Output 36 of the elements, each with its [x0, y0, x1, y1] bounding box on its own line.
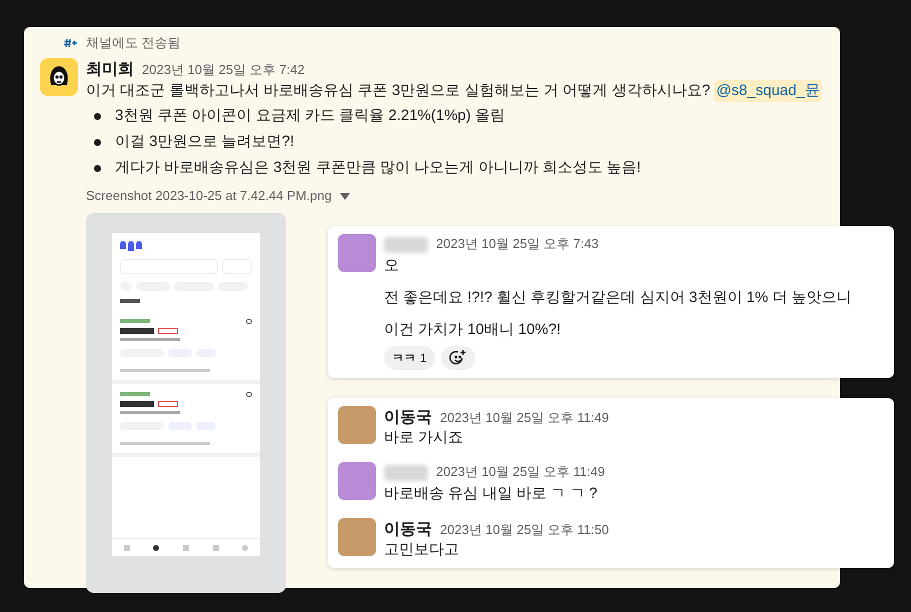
bullet-text: 이걸 3만원으로 늘려보면?! — [115, 132, 294, 152]
bullet-icon — [94, 112, 101, 120]
author-name[interactable]: 이동국 — [384, 518, 432, 542]
author-name[interactable]: 이동국 — [384, 406, 432, 430]
user-mention[interactable]: @s8_squad_뮨 — [714, 80, 822, 102]
bullet-icon — [94, 164, 101, 172]
avatar-cartoon-icon — [40, 58, 78, 96]
timestamp[interactable]: 2023년 10월 25일 오후 11:49 — [436, 462, 605, 482]
add-emoji-icon — [448, 349, 467, 367]
timestamp[interactable]: 2023년 10월 25일 오후 7:43 — [436, 234, 599, 254]
avatar-photo-placeholder — [338, 406, 376, 444]
timestamp[interactable]: 2023년 10월 25일 오후 7:42 — [142, 60, 305, 80]
bullet-icon — [94, 138, 101, 146]
caret-icon[interactable] — [340, 192, 350, 200]
add-reaction-button[interactable] — [440, 346, 475, 370]
timestamp[interactable]: 2023년 10월 25일 오후 11:50 — [440, 520, 609, 540]
message-text: 바로배송 유심 내일 바로 ㄱ ㄱ ? — [384, 484, 598, 504]
message-text: 고민보다고 — [384, 540, 460, 560]
message-text: 전 좋은데요 !?!? 휠신 후킹할거같은데 심지어 3천원이 1% 더 높앗으니 — [384, 288, 852, 308]
reaction-button[interactable]: ㅋㅋ 1 — [384, 346, 435, 370]
avatar-photo-placeholder — [338, 518, 376, 556]
timestamp[interactable]: 2023년 10월 25일 오후 11:49 — [440, 408, 609, 428]
avatar-photo-placeholder — [338, 462, 376, 500]
message-text: 바로 가시죠 — [384, 428, 464, 448]
message-text: 오 — [384, 256, 400, 276]
message-text: 이거 대조군 롤백하고나서 바로배송유심 쿠폰 3만원으로 실험해보는 거 어떻게 생각하시나요? — [86, 81, 710, 101]
avatar-photo-placeholder — [338, 234, 376, 272]
author-name[interactable]: 최미희 — [86, 58, 134, 82]
bullet-text: 3천원 쿠폰 아이콘이 요금제 카드 클릭율 2.21%(1%p) 올림 — [115, 106, 506, 126]
attachment-filename[interactable]: Screenshot 2023-10-25 at 7.42.44 PM.png — [86, 186, 332, 206]
blurred-name — [384, 465, 428, 481]
bullet-text: 게다가 바로배송유심은 3천원 쿠폰만큼 많이 나오는게 아니니까 희소성도 높음! — [115, 158, 641, 178]
hash-arrow-icon — [64, 38, 78, 48]
forwarded-label: 채널에도 전송됨 — [86, 34, 181, 52]
message-text: 이건 가치가 10배니 10%?! — [384, 320, 562, 340]
blurred-name — [384, 237, 428, 253]
